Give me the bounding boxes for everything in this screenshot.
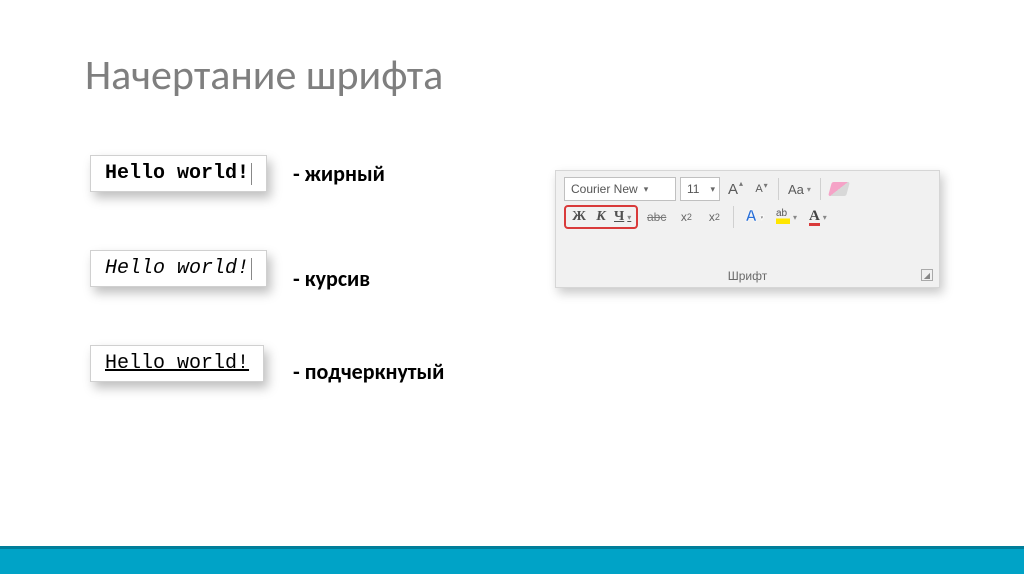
chevron-down-icon: ▾ [807, 185, 811, 194]
bold-button[interactable]: Ж [570, 209, 588, 225]
label-bold: - жирный [293, 160, 385, 187]
chevron-down-icon: ▾ [627, 213, 631, 222]
chevron-down-icon: ▾ [710, 184, 715, 195]
sample-bold-text: Hello world! [105, 162, 249, 185]
grow-font-button[interactable]: A [724, 177, 746, 201]
separator [733, 206, 734, 228]
change-case-button[interactable]: Aa▾ [785, 177, 814, 201]
subscript-2: 2 [687, 212, 692, 222]
strikethrough-button[interactable]: abc [644, 205, 669, 229]
eraser-icon [828, 182, 850, 196]
superscript-2: 2 [715, 212, 720, 222]
footer-bar [0, 546, 1024, 574]
chevron-down-icon: ▾ [644, 184, 649, 195]
clear-formatting-button[interactable] [827, 177, 851, 201]
font-color-A: A [809, 209, 820, 226]
slide-title: Начертание шрифта [85, 50, 443, 101]
ribbon-group-label: Шрифт [556, 269, 939, 283]
italic-button[interactable]: К [592, 209, 610, 225]
font-size-combo[interactable]: 11 ▾ [680, 177, 720, 201]
superscript-button[interactable]: x2 [703, 205, 725, 229]
underline-button-label: Ч [614, 209, 624, 225]
ribbon-row-top: Courier New ▾ 11 ▾ A A Aa▾ [556, 171, 939, 203]
sample-italic-box: Hello world! [90, 250, 267, 287]
label-underline: - подчеркнутый [293, 358, 444, 385]
separator [778, 178, 779, 200]
label-italic: - курсив [293, 265, 370, 292]
font-size-value: 11 [687, 182, 699, 196]
underline-button[interactable]: Ч▾ [614, 209, 632, 225]
ribbon-font-group: Courier New ▾ 11 ▾ A A Aa▾ Ж К Ч▾ abc x2 [555, 170, 940, 288]
chevron-down-icon: ▾ [793, 213, 797, 222]
shrink-font-button[interactable]: A [750, 177, 772, 201]
separator [820, 178, 821, 200]
font-name-value: Courier New [571, 182, 638, 196]
sample-bold-box: Hello world! [90, 155, 267, 192]
text-effects-button[interactable]: A▾ [742, 205, 767, 229]
text-cursor [251, 163, 252, 185]
font-name-combo[interactable]: Courier New ▾ [564, 177, 676, 201]
sample-underline-text: Hello world! [105, 352, 249, 375]
dialog-launcher-icon[interactable]: ◢ [921, 269, 933, 281]
change-case-label: Aa [788, 182, 804, 197]
sample-italic-text: Hello world! [105, 257, 249, 280]
highlight-button[interactable]: ▾ [773, 205, 800, 229]
bold-italic-underline-highlight: Ж К Ч▾ [564, 205, 638, 229]
chevron-down-icon: ▾ [823, 213, 827, 222]
sample-underline-box: Hello world! [90, 345, 264, 382]
highlighter-icon [776, 210, 790, 224]
subscript-button[interactable]: x2 [675, 205, 697, 229]
text-cursor [251, 258, 252, 280]
ribbon-row-bottom: Ж К Ч▾ abc x2 x2 A▾ ▾ A▾ [556, 203, 939, 233]
text-effects-A: A [745, 208, 757, 226]
chevron-down-icon: ▾ [760, 213, 764, 222]
font-color-button[interactable]: A▾ [806, 205, 830, 229]
